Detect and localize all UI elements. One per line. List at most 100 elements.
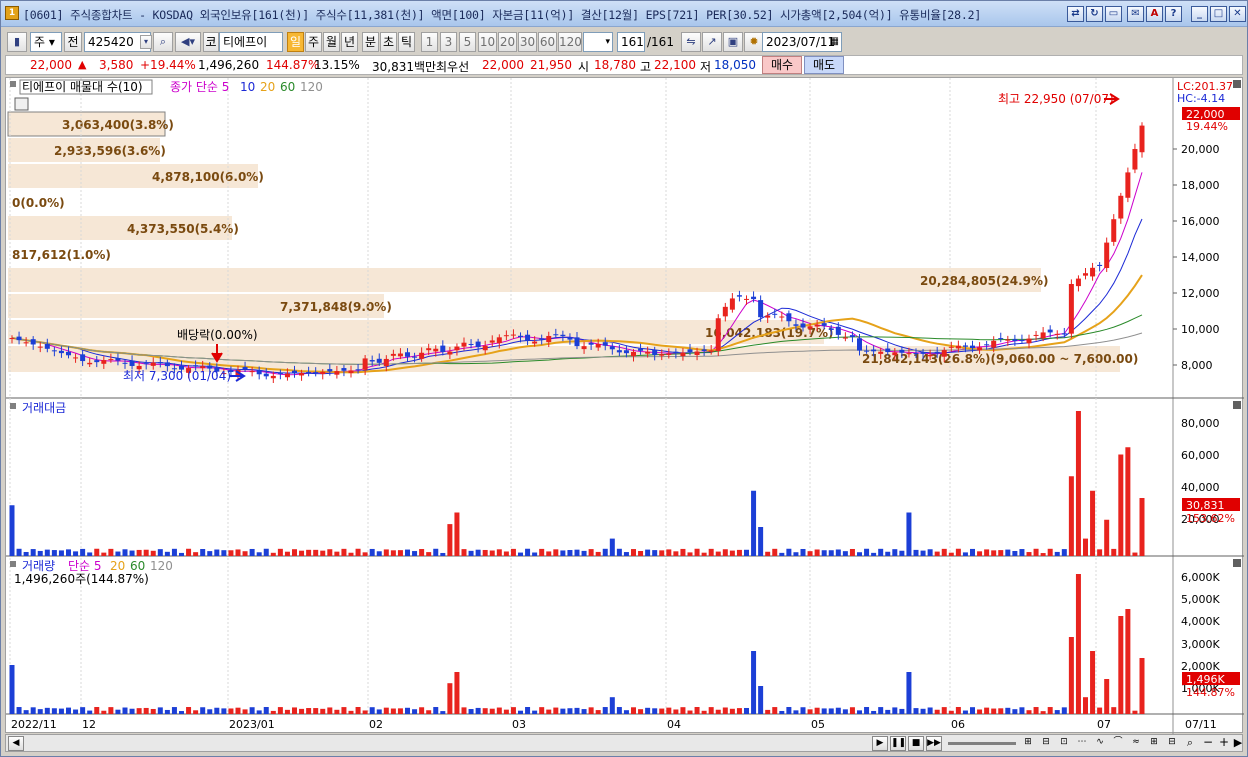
volume-panel-close-icon[interactable]: [1233, 559, 1241, 567]
tool-icon-5[interactable]: ∿: [1092, 736, 1108, 751]
amount-bar: [1111, 548, 1117, 556]
chart-area[interactable]: 3,063,400(3.8%) 2,933,596(3.6%) 4,878,100(…: [5, 77, 1244, 734]
tool-icon-2[interactable]: ⊟: [1038, 736, 1054, 751]
title-bar[interactable]: 1 [0601] 주식종합차트 - KOSDAQ 외국인보유[161(천)] 주…: [1, 1, 1247, 27]
window-icon[interactable]: ▭: [1105, 6, 1122, 22]
profile-legend[interactable]: 티에프이 매물대 수(10): [22, 80, 143, 94]
interval-20[interactable]: 20: [498, 32, 517, 52]
stock-name-field[interactable]: 티에프이: [219, 32, 283, 52]
vol-ma120-legend[interactable]: 120: [150, 559, 173, 573]
maximize-button[interactable]: □: [1210, 6, 1227, 22]
chart-canvas[interactable]: 3,063,400(3.8%) 2,933,596(3.6%) 4,878,100(…: [6, 78, 1244, 734]
grid-toggle-icon[interactable]: [14, 97, 29, 111]
volume-bar: [751, 651, 757, 714]
vol-ma5-legend[interactable]: 단순 5: [68, 559, 102, 573]
vol-ma60-legend[interactable]: 60: [130, 559, 145, 573]
candle-body: [772, 313, 778, 315]
scroll-left-icon[interactable]: ◀: [8, 736, 24, 751]
amount-title[interactable]: 거래대금: [22, 401, 66, 415]
fast-forward-icon[interactable]: ▶▶: [926, 736, 942, 751]
candle-body: [857, 338, 862, 351]
tool-icon-8[interactable]: ⊞: [1146, 736, 1162, 751]
tool-icon-1[interactable]: ⊞: [1020, 736, 1036, 751]
candle-body: [835, 326, 841, 335]
date-value: 2023/07/11: [766, 35, 836, 49]
tool-icon-6[interactable]: ⌒: [1110, 736, 1126, 751]
amount-bar: [588, 549, 594, 556]
pause-icon[interactable]: ❚❚: [890, 736, 906, 751]
volume-bar: [510, 707, 516, 714]
ma5-legend[interactable]: 종가 단순 5: [170, 80, 229, 94]
ma60-legend[interactable]: 60: [280, 80, 295, 94]
search-icon[interactable]: ⌕: [153, 32, 173, 52]
volume-bar: [786, 707, 792, 714]
code-dropdown-icon[interactable]: ▾: [140, 35, 152, 49]
volume-title[interactable]: 거래량: [22, 559, 55, 573]
amount-bar: [638, 551, 644, 556]
chart-type-icon[interactable]: ▮: [7, 32, 27, 52]
minimize-button[interactable]: _: [1191, 6, 1208, 22]
period-day[interactable]: 일: [287, 32, 304, 52]
period-year[interactable]: 년: [341, 32, 358, 52]
period-minute[interactable]: 분: [362, 32, 379, 52]
ma120-legend[interactable]: 120: [300, 80, 323, 94]
ma20-legend[interactable]: 20: [260, 80, 275, 94]
prefix-button[interactable]: 전: [64, 32, 82, 52]
interval-5[interactable]: 5: [459, 32, 476, 52]
amount-panel-close-icon[interactable]: [1233, 401, 1241, 409]
x-axis-label: 06: [951, 718, 965, 731]
zoom-icon[interactable]: ⌕: [1182, 736, 1198, 751]
interval-30[interactable]: 30: [518, 32, 537, 52]
volume-bar: [1033, 707, 1039, 714]
date-input[interactable]: 2023/07/11 ▦: [762, 32, 842, 52]
type-select[interactable]: 주 ▾: [30, 32, 62, 52]
ma10-legend[interactable]: 10: [240, 80, 255, 94]
link-icon[interactable]: ⇄: [1067, 6, 1084, 22]
amount-bar: [765, 551, 771, 556]
stop-icon[interactable]: ■: [908, 736, 924, 751]
period-second[interactable]: 초: [380, 32, 397, 52]
refresh-icon[interactable]: ↻: [1086, 6, 1103, 22]
settings-icon[interactable]: ✹: [744, 32, 764, 52]
save-icon[interactable]: ▣: [723, 32, 743, 52]
count-input[interactable]: 161: [617, 32, 645, 52]
period-month[interactable]: 월: [323, 32, 340, 52]
candle-body: [122, 362, 128, 364]
candle-body: [320, 371, 326, 374]
tool-icon-3[interactable]: ⊡: [1056, 736, 1072, 751]
font-icon[interactable]: A: [1146, 6, 1163, 22]
amount-bar: [397, 550, 403, 556]
interval-1[interactable]: 1: [421, 32, 438, 52]
volume-bar: [221, 708, 227, 714]
compare-icon[interactable]: ⇋: [681, 32, 701, 52]
scroll-right-icon[interactable]: ▶: [872, 736, 888, 751]
speaker-icon[interactable]: ◀▾: [175, 32, 201, 52]
interval-10[interactable]: 10: [478, 32, 497, 52]
scroll-bar[interactable]: ◀ ▶ ❚❚ ■ ▶▶ ⊞ ⊟ ⊡ ⋯ ∿ ⌒ ≈ ⊞ ⊟ ⌕ − + ▶: [5, 734, 1243, 752]
help-icon[interactable]: ?: [1165, 6, 1182, 22]
zoom-out-icon[interactable]: −: [1200, 736, 1216, 751]
volume-bar: [1019, 707, 1025, 714]
period-week[interactable]: 주: [305, 32, 322, 52]
amount-bar: [419, 549, 425, 556]
amount-bar: [164, 551, 170, 556]
mail-icon[interactable]: ✉: [1127, 6, 1144, 22]
tool-icon-4[interactable]: ⋯: [1074, 736, 1090, 751]
interval-custom-select[interactable]: ▾: [583, 32, 613, 52]
tool-icon-9[interactable]: ⊟: [1164, 736, 1180, 751]
sell-button[interactable]: 매도: [804, 56, 844, 74]
interval-60[interactable]: 60: [538, 32, 557, 52]
buy-button[interactable]: 매수: [762, 56, 802, 74]
interval-120[interactable]: 120: [558, 32, 582, 52]
tool-icon-7[interactable]: ≈: [1128, 736, 1144, 751]
volume-bar: [80, 707, 86, 714]
interval-3[interactable]: 3: [440, 32, 457, 52]
price-panel-close-icon[interactable]: [1233, 80, 1241, 88]
next-icon[interactable]: ▶: [1230, 736, 1246, 751]
period-tick[interactable]: 틱: [398, 32, 415, 52]
zoom-slider[interactable]: [948, 742, 1016, 745]
indicator-icon[interactable]: ↗: [702, 32, 722, 52]
market-button[interactable]: 코: [203, 32, 219, 52]
vol-ma20-legend[interactable]: 20: [110, 559, 125, 573]
close-button[interactable]: ✕: [1229, 6, 1246, 22]
